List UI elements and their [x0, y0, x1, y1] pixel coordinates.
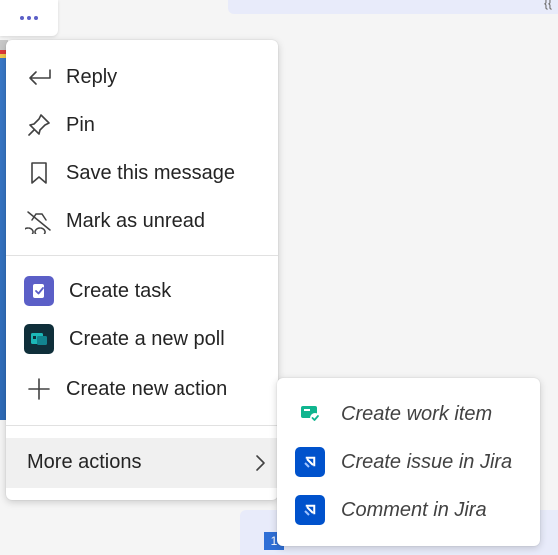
more-actions-submenu: Create work item Create issue in Jira Co…: [277, 378, 540, 546]
menu-item-create-action[interactable]: Create new action: [6, 365, 278, 413]
submenu-item-create-work-item[interactable]: Create work item: [277, 390, 540, 438]
tasks-app-icon: [24, 276, 54, 306]
plus-icon: [24, 374, 54, 404]
menu-item-more-actions[interactable]: More actions: [6, 438, 278, 488]
menu-divider: [6, 255, 278, 256]
bookmark-icon: [24, 158, 54, 188]
menu-divider: [6, 425, 278, 426]
submenu-item-comment-jira[interactable]: Comment in Jira: [277, 486, 540, 534]
menu-item-reply[interactable]: Reply: [6, 53, 278, 101]
chevron-right-icon: [250, 453, 270, 473]
menu-item-label: Create a new poll: [69, 327, 225, 350]
poll-app-icon: [24, 324, 54, 354]
submenu-item-label: Create work item: [341, 402, 493, 425]
menu-item-pin[interactable]: Pin: [6, 101, 278, 149]
menu-item-label: Save this message: [66, 161, 235, 184]
jira-icon: [295, 495, 325, 525]
work-item-app-icon: [295, 399, 325, 429]
menu-item-create-poll[interactable]: Create a new poll: [6, 315, 278, 363]
more-dots-icon: [20, 16, 38, 20]
submenu-item-label: Comment in Jira: [341, 498, 487, 521]
menu-item-label: Create task: [69, 279, 172, 302]
message-context-menu: Reply Pin Save this message Mark as unre…: [6, 40, 278, 500]
menu-item-create-task[interactable]: Create task: [6, 267, 278, 315]
mark-unread-icon: [24, 206, 54, 236]
pin-icon: [24, 110, 54, 140]
bubble-glyph: {{: [543, 0, 552, 10]
menu-item-label: Reply: [66, 65, 118, 88]
menu-item-label: Mark as unread: [66, 209, 205, 232]
menu-item-label: Pin: [66, 113, 95, 136]
more-options-button[interactable]: [0, 0, 58, 36]
submenu-item-label: Create issue in Jira: [341, 450, 513, 473]
reply-icon: [24, 62, 54, 92]
message-bubble-top: {{: [228, 0, 558, 14]
jira-icon: [295, 447, 325, 477]
more-actions-label: More actions: [27, 451, 142, 473]
submenu-item-create-issue-jira[interactable]: Create issue in Jira: [277, 438, 540, 486]
menu-item-save-message[interactable]: Save this message: [6, 149, 278, 197]
menu-item-label: Create new action: [66, 377, 228, 400]
menu-item-mark-unread[interactable]: Mark as unread: [6, 197, 278, 245]
